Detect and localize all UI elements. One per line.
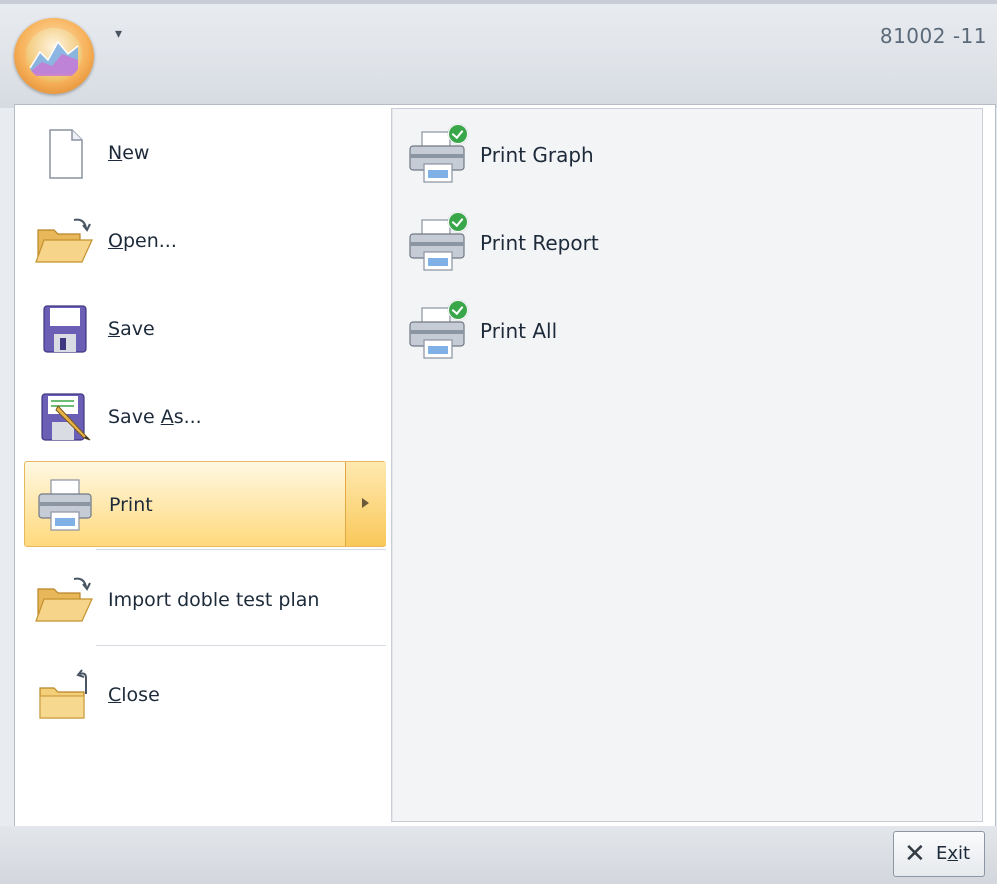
menu-item-import-doble-test-plan[interactable]: Import doble test plan <box>24 557 386 643</box>
check-badge-icon <box>448 124 468 144</box>
menu-item-save[interactable]: Save <box>24 286 386 372</box>
menu-separator <box>96 645 386 646</box>
quick-access-dropdown-icon[interactable]: ▾ <box>115 26 122 42</box>
close-x-icon: ✕ <box>904 839 926 869</box>
title-bar <box>0 0 997 108</box>
submenu-item-print-graph[interactable]: Print Graph <box>400 112 970 198</box>
close-folder-icon <box>34 666 94 724</box>
window-title: 81002 -11 <box>879 24 987 48</box>
check-badge-icon <box>448 300 468 320</box>
menu-item-label: New <box>108 142 150 164</box>
menu-item-label: Import doble test plan <box>108 589 320 611</box>
menu-item-print[interactable]: Print <box>24 461 386 547</box>
floppy-disk-icon <box>34 300 94 358</box>
new-document-icon <box>34 124 94 182</box>
submenu-item-label: Print All <box>480 319 558 343</box>
application-menu-button[interactable] <box>14 18 94 94</box>
menu-footer <box>0 826 997 884</box>
printer-check-icon <box>406 124 468 186</box>
submenu-item-label: Print Report <box>480 231 599 255</box>
menu-item-save-as[interactable]: Save As... <box>24 374 386 460</box>
save-as-icon <box>34 388 94 446</box>
menu-item-label: Save <box>108 318 155 340</box>
import-folder-icon <box>34 571 94 629</box>
menu-item-label: Close <box>108 684 160 706</box>
submenu-item-print-report[interactable]: Print Report <box>400 200 970 286</box>
printer-check-icon <box>406 300 468 362</box>
menu-item-label: Open... <box>108 230 177 252</box>
chart-logo-icon <box>26 28 82 82</box>
menu-item-close[interactable]: Close <box>24 652 386 738</box>
printer-check-icon <box>406 212 468 274</box>
menu-item-label: Print <box>109 494 153 516</box>
menu-item-new[interactable]: New <box>24 110 386 196</box>
menu-item-label: Save As... <box>108 406 202 428</box>
menu-item-open[interactable]: Open... <box>24 198 386 284</box>
printer-icon <box>35 476 95 534</box>
title-bar-edge <box>0 0 997 4</box>
exit-button[interactable]: ✕ Exit <box>893 831 985 877</box>
open-folder-icon <box>34 212 94 270</box>
menu-separator <box>96 549 386 550</box>
submenu-item-label: Print Graph <box>480 143 594 167</box>
submenu-item-print-all[interactable]: Print All <box>400 288 970 374</box>
check-badge-icon <box>448 212 468 232</box>
exit-label: Exit <box>936 843 971 864</box>
submenu-arrow-icon[interactable] <box>345 462 386 546</box>
